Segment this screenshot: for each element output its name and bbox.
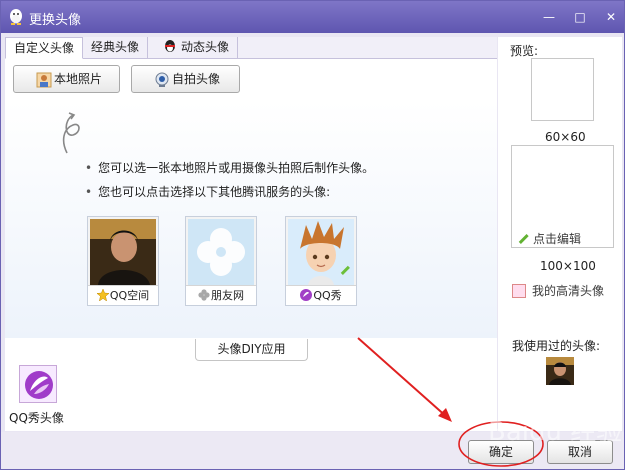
tab-custom-avatar[interactable]: 自定义头像 — [5, 37, 84, 59]
service-label-text: 朋友网 — [211, 289, 244, 302]
preview-small-box — [531, 58, 594, 121]
dialog-footer: 确定 取消 — [1, 432, 624, 469]
instructions: 您可以选一张本地照片或用摄像头拍照后制作头像。 您也可以点击选择以下其他腾讯服务… — [85, 156, 374, 204]
edit-link-label: 点击编辑 — [533, 232, 582, 246]
tab-label: 经典头像 — [91, 40, 140, 54]
hd-avatar-label: 我的高清头像 — [532, 284, 605, 298]
local-photo-label: 本地照片 — [54, 72, 103, 86]
pencil-icon — [518, 234, 529, 244]
penguin-icon — [165, 40, 175, 52]
maximize-button[interactable]: □ — [571, 9, 589, 25]
qqxiu-app-icon — [25, 371, 53, 399]
service-qqxiu[interactable]: QQ秀 — [285, 216, 357, 306]
webcam-icon — [155, 72, 169, 87]
preview-large-box[interactable]: 点击编辑 — [511, 145, 614, 248]
clover-icon — [198, 289, 210, 301]
service-label-text: QQ空间 — [109, 289, 150, 302]
source-toolbar: 本地照片 自拍头像 — [5, 60, 497, 100]
star-icon — [96, 289, 109, 301]
service-pengyou[interactable]: 朋友网 — [185, 216, 257, 306]
preview-heading: 预览: — [510, 44, 539, 58]
local-photo-button[interactable]: 本地照片 — [13, 65, 120, 93]
used-avatar-thumbnail[interactable] — [546, 357, 574, 385]
person-icon — [512, 284, 526, 298]
service-qzone[interactable]: QQ空间 — [87, 216, 159, 306]
avatar-diy-apps-button[interactable]: 头像DIY应用 — [195, 339, 308, 361]
instruction-line: 您可以选一张本地照片或用摄像头拍照后制作头像。 — [85, 156, 374, 180]
pengyou-clover-logo — [188, 219, 254, 285]
content-area: 您可以选一张本地照片或用摄像头拍照后制作头像。 您也可以点击选择以下其他腾讯服务… — [5, 101, 497, 338]
preview-small-size: 60×60 — [545, 130, 586, 144]
service-label: QQ秀 — [286, 285, 356, 305]
photo-person-icon — [36, 72, 52, 88]
curl-arrow-icon — [62, 112, 80, 154]
qqxiu-avatar-art — [288, 219, 354, 285]
cancel-button[interactable]: 取消 — [547, 440, 613, 464]
preview-large-size: 100×100 — [540, 259, 596, 273]
qqxiu-icon — [300, 289, 313, 301]
tab-classic-avatar[interactable]: 经典头像 — [83, 37, 149, 59]
title-bar[interactable]: 更换头像 — □ ✕ — [1, 1, 624, 33]
qqxiu-app-label: QQ秀头像 — [9, 411, 64, 425]
minimize-button[interactable]: — — [540, 9, 558, 25]
used-avatars-heading: 我使用过的头像: — [512, 339, 601, 353]
close-button[interactable]: ✕ — [602, 9, 620, 25]
window-title: 更换头像 — [29, 13, 82, 28]
edit-link[interactable]: 点击编辑 — [517, 230, 581, 247]
hd-avatar-link[interactable]: 我的高清头像 — [512, 282, 604, 299]
diy-bar: 头像DIY应用 — [5, 339, 497, 361]
selfie-button[interactable]: 自拍头像 — [131, 65, 240, 93]
qzone-avatar-photo — [90, 219, 156, 285]
qqxiu-app-tile — [19, 365, 57, 403]
avatar-source-pane: 自定义头像 经典头像 动态头像 本地照片 自拍头像 您可以选一张本地照片或用摄像… — [5, 37, 497, 431]
instruction-line: 您也可以点击选择以下其他腾讯服务的头像: — [85, 180, 374, 204]
tab-label: 动态头像 — [181, 40, 230, 54]
ok-button[interactable]: 确定 — [468, 440, 534, 464]
tab-label: 自定义头像 — [14, 41, 75, 55]
tab-bar: 自定义头像 经典头像 动态头像 — [5, 37, 497, 59]
selfie-label: 自拍头像 — [172, 72, 221, 86]
service-label-text: QQ秀 — [313, 289, 342, 302]
preview-pane: 预览: 60×60 点击编辑 100×100 我的高清头像 我使用过的头像: — [498, 37, 622, 431]
dialog-window: 更换头像 — □ ✕ 自定义头像 经典头像 动态头像 本地照片 自拍头像 • 您… — [0, 0, 625, 470]
service-label: 朋友网 — [186, 285, 256, 305]
qq-penguin-icon — [10, 9, 22, 25]
qqxiu-avatar-app[interactable]: QQ秀头像 — [9, 365, 69, 429]
tab-animated-avatar[interactable]: 动态头像 — [155, 37, 239, 59]
service-label: QQ空间 — [88, 285, 158, 305]
